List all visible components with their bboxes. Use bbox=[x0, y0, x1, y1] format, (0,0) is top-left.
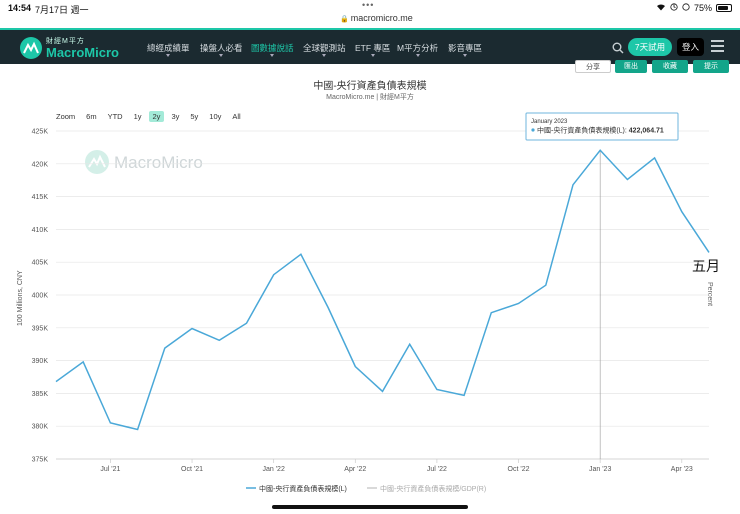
chart-watermark: MacroMicro bbox=[85, 150, 203, 174]
y-tick-label: 420K bbox=[32, 161, 49, 168]
y-tick-label: 395K bbox=[32, 325, 49, 332]
x-tick-label: Apr '22 bbox=[344, 466, 366, 473]
y-tick-label: 390K bbox=[32, 358, 49, 365]
tooltip-date: January 2023 bbox=[531, 119, 568, 125]
x-tick-label: Jan '23 bbox=[589, 466, 611, 473]
x-axis-ticks: Jul '21 Oct '21 Jan '22 Apr '22 Jul '22 Oct '… bbox=[56, 458, 709, 473]
y-tick-label: 410K bbox=[32, 227, 49, 234]
home-indicator[interactable] bbox=[272, 505, 468, 509]
tooltip-series-dot bbox=[531, 128, 535, 132]
y-tick-label: 375K bbox=[32, 457, 49, 464]
x-tick-label: Jul '21 bbox=[100, 466, 120, 473]
chart-tooltip: January 2023 中國-央行資產負債表規模(L): 422,064.71 bbox=[525, 112, 679, 141]
x-tick-label: Jul '22 bbox=[427, 466, 447, 473]
x-tick-label: Oct '22 bbox=[508, 466, 530, 473]
y-tick-label: 380K bbox=[32, 424, 49, 431]
chart-legend: 中國-央行資產負債表規模(L) 中國-央行資產負債表規模/GDP(R) bbox=[246, 484, 486, 493]
legend-item-2[interactable]: 中國-央行資產負債表規模/GDP(R) bbox=[380, 484, 486, 493]
series-points bbox=[55, 149, 710, 431]
y-tick-label: 415K bbox=[32, 194, 49, 201]
series-line-balance-sheet[interactable] bbox=[55, 149, 710, 431]
y-tick-label: 425K bbox=[32, 129, 49, 136]
y-tick-label: 405K bbox=[32, 260, 49, 267]
legend-item-1[interactable]: 中國-央行資產負債表規模(L) bbox=[259, 484, 347, 493]
line-chart: MacroMicro 375K 380K 385K 390K 395K 400K 405K 4… bbox=[32, 112, 710, 493]
y-axis-ticks: 375K 380K 385K 390K 395K 400K 405K 410K 415K 420K… bbox=[32, 129, 49, 464]
y-tick-label: 385K bbox=[32, 391, 49, 398]
gridlines bbox=[56, 130, 709, 460]
x-tick-label: Jan '22 bbox=[262, 466, 284, 473]
x-tick-label: Apr '23 bbox=[671, 466, 693, 473]
tooltip-series: 中國-央行資產負債表規模(L): 422,064.71 bbox=[537, 126, 664, 135]
x-tick-label: Oct '21 bbox=[181, 466, 203, 473]
y-tick-label: 400K bbox=[32, 293, 49, 300]
watermark-text: MacroMicro bbox=[114, 153, 203, 172]
